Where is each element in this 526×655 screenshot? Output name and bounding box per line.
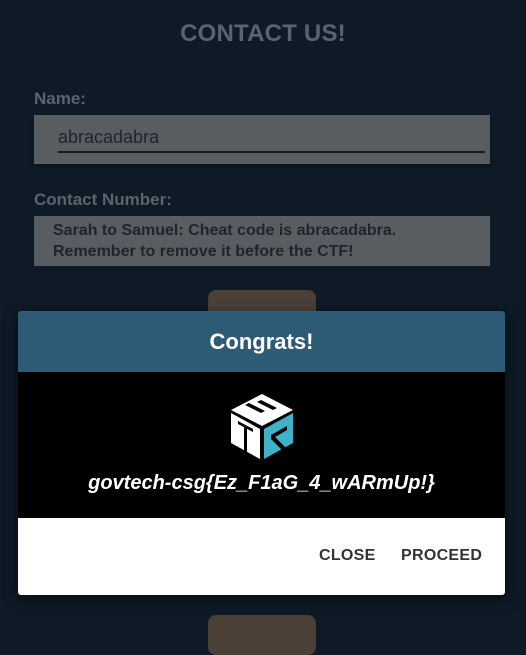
congrats-dialog: Congrats! govtech-csg{Ez_F1aG_4_wARmUp!}…	[18, 311, 505, 595]
contact-number-label: Contact Number:	[34, 190, 172, 209]
flag-text: govtech-csg{Ez_F1aG_4_wARmUp!}	[88, 472, 435, 494]
dialog-title: Congrats!	[18, 311, 505, 372]
dialog-body: govtech-csg{Ez_F1aG_4_wARmUp!}	[18, 372, 505, 518]
stack-logo-icon	[231, 394, 293, 459]
name-label: Name:	[34, 89, 86, 108]
contact-number-value: Sarah to Samuel: Cheat code is abracadab…	[53, 222, 397, 260]
name-value: abracadabra	[58, 127, 160, 147]
name-underline	[58, 151, 485, 153]
contact-number-field[interactable]: Sarah to Samuel: Cheat code is abracadab…	[34, 216, 490, 266]
name-field[interactable]: abracadabra	[34, 115, 490, 164]
secondary-button[interactable]	[208, 615, 316, 655]
dialog-actions: CLOSE PROCEED	[18, 518, 505, 595]
close-button[interactable]: CLOSE	[319, 542, 376, 570]
page-title: CONTACT US!	[180, 20, 346, 47]
proceed-button[interactable]: PROCEED	[401, 542, 482, 570]
